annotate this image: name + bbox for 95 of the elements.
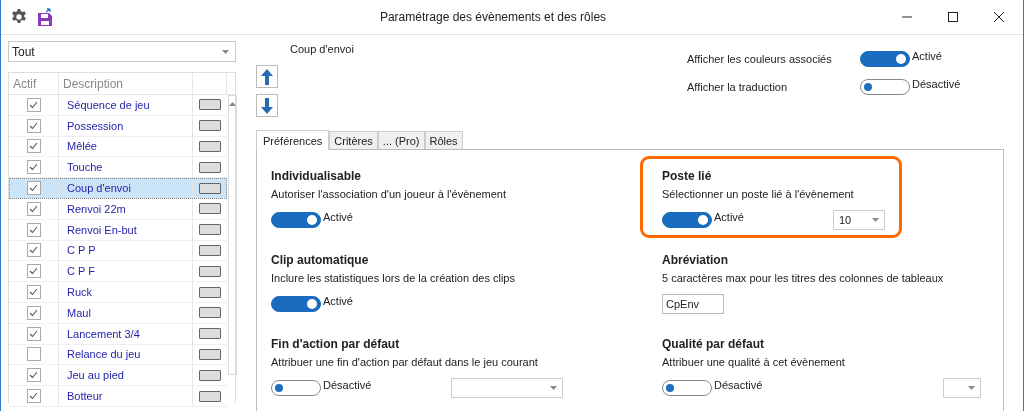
toggle-state: Activé — [912, 50, 942, 62]
toggle-switch[interactable] — [271, 380, 321, 396]
color-swatch[interactable] — [199, 141, 221, 152]
toggle-switch[interactable] — [271, 212, 321, 228]
event-name[interactable]: Lancement 3/4 — [59, 323, 193, 344]
color-swatch[interactable] — [199, 224, 221, 236]
tab[interactable]: Critères — [329, 131, 378, 149]
close-icon[interactable] — [993, 11, 1005, 23]
toggle-switch[interactable] — [860, 51, 910, 67]
toggle-state: Activé — [323, 295, 353, 307]
toggle-state: Désactivé — [323, 379, 372, 391]
color-swatch[interactable] — [199, 120, 221, 132]
color-swatch[interactable] — [199, 286, 221, 298]
setting-description: Attribuer une qualité à cet évènement — [662, 356, 846, 368]
column-header[interactable]: Actif — [9, 73, 59, 94]
setting-description: Inclure les statistiques lors de la création des clips — [271, 272, 516, 284]
color-swatch[interactable] — [199, 348, 221, 360]
caret-icon — [550, 386, 558, 390]
event-name[interactable]: Mêlée — [59, 136, 193, 157]
color-swatch[interactable] — [199, 307, 221, 319]
gear-icon[interactable] — [10, 8, 28, 26]
option-label: Afficher la traduction — [687, 81, 789, 93]
event-name[interactable]: Botteur — [59, 386, 193, 406]
tab[interactable]: Préférences — [256, 130, 330, 150]
color-swatch[interactable] — [199, 390, 221, 402]
checkbox[interactable] — [26, 389, 41, 404]
setting-description: 5 caractères max pour les titres des colonnes de tableaux — [662, 272, 945, 284]
window-title: Paramétrage des évènements et des rôles — [378, 10, 608, 24]
toggle-state: Désactivé — [912, 78, 961, 90]
event-name[interactable]: Possession — [59, 115, 193, 136]
checkbox[interactable] — [26, 305, 41, 320]
checkbox[interactable] — [26, 347, 41, 362]
color-swatch[interactable] — [199, 182, 221, 194]
toggle-switch[interactable] — [271, 296, 321, 312]
color-swatch[interactable] — [199, 265, 221, 277]
setting-description: Sélectionner un poste lié à l'évènement — [662, 188, 855, 200]
toggle-state: Activé — [714, 211, 744, 223]
event-name[interactable]: C P F — [59, 261, 193, 282]
checkbox[interactable] — [26, 264, 41, 279]
setting-title: Abréviation — [662, 253, 729, 267]
select-dropdown[interactable]: 10 — [833, 210, 885, 230]
setting-title: Poste lié — [662, 169, 713, 183]
event-name[interactable]: Touche — [59, 157, 193, 178]
setting-description: Attribuer une fin d'action par défaut dans le jeu courant — [271, 356, 539, 368]
toggle-state: Activé — [323, 211, 353, 223]
tab[interactable]: ... (Pro) — [377, 131, 425, 149]
event-name[interactable]: C P P — [59, 240, 193, 261]
event-name[interactable]: Ruck — [59, 282, 193, 302]
event-name[interactable]: Maul — [59, 302, 193, 323]
color-swatch[interactable] — [199, 203, 221, 215]
setting-title: Qualité par défaut — [662, 337, 766, 351]
abbreviation-field[interactable]: CpEnv — [662, 294, 724, 314]
checkbox[interactable] — [26, 201, 41, 216]
setting-title: Fin d'action par défaut — [271, 337, 401, 351]
event-name[interactable]: Séquence de jeu — [59, 95, 193, 115]
color-swatch[interactable] — [199, 328, 221, 340]
color-swatch[interactable] — [199, 244, 221, 256]
checkbox[interactable] — [26, 139, 41, 154]
color-swatch[interactable] — [199, 161, 221, 173]
tab[interactable]: Rôles — [424, 131, 463, 149]
maximize-icon[interactable] — [947, 11, 959, 23]
column-header[interactable]: Description — [59, 73, 193, 94]
checkbox[interactable] — [26, 118, 41, 133]
caret-icon — [222, 49, 229, 54]
caret-icon — [872, 218, 879, 222]
checkbox[interactable] — [26, 222, 41, 237]
setting-title: Clip automatique — [271, 253, 370, 267]
setting-title: Individualisable — [271, 169, 363, 183]
move-up-button[interactable] — [256, 65, 278, 88]
scrollbar[interactable] — [228, 95, 237, 375]
checkbox[interactable] — [26, 160, 41, 175]
toggle-switch[interactable] — [662, 212, 712, 228]
color-swatch[interactable] — [199, 99, 221, 111]
checkbox[interactable] — [26, 97, 41, 112]
event-name[interactable]: Renvoi 22m — [59, 199, 193, 219]
checkbox[interactable] — [26, 243, 41, 258]
move-down-button[interactable] — [256, 94, 278, 117]
caret-icon — [968, 386, 975, 390]
option-label: Afficher les couleurs associés — [687, 53, 833, 65]
checkbox[interactable] — [26, 285, 41, 300]
filter-dropdown[interactable]: Tout — [8, 41, 236, 62]
save-icon[interactable] — [37, 7, 55, 27]
toggle-state: Désactivé — [714, 379, 763, 391]
toggle-switch[interactable] — [860, 79, 910, 95]
checkbox[interactable] — [26, 181, 41, 196]
setting-description: Autoriser l'association d'un joueur à l'évènement — [271, 188, 507, 200]
checkbox[interactable] — [26, 368, 41, 383]
event-label: Coup d'envoi — [289, 43, 355, 57]
color-swatch[interactable] — [199, 369, 221, 381]
checkbox[interactable] — [26, 326, 41, 341]
toggle-switch[interactable] — [662, 380, 712, 396]
event-name[interactable]: Relance du jeu — [59, 344, 193, 365]
event-name[interactable]: Renvoi En-but — [59, 219, 193, 240]
event-name[interactable]: Jeu au pied — [59, 365, 193, 386]
scroll-up-icon[interactable] — [229, 102, 236, 106]
